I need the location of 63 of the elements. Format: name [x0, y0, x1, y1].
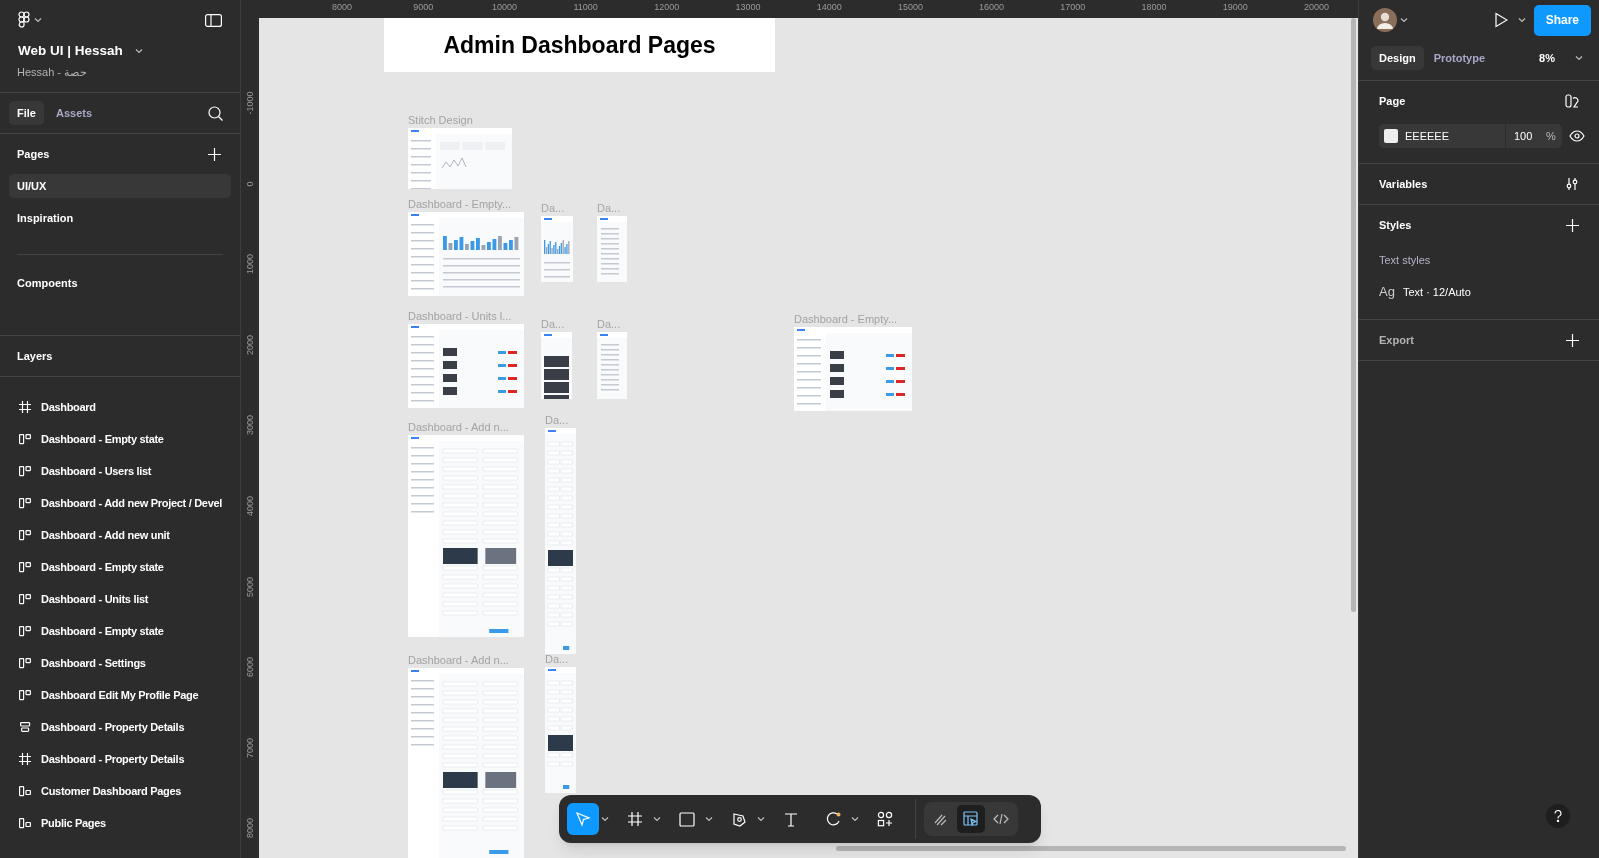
- ruler-label: 5000: [245, 576, 255, 597]
- text-style-name: Text · 12/Auto: [1402, 284, 1471, 300]
- section-title: Variables: [1379, 176, 1428, 192]
- panel-tab[interactable]: Assets: [47, 101, 101, 125]
- ruler-label: 15000: [897, 1, 923, 14]
- style-group-label: Text styles: [1378, 252, 1432, 268]
- panel-tab[interactable]: File: [9, 101, 44, 125]
- layer-item[interactable]: Public Pages: [41, 814, 106, 832]
- title-frame[interactable]: Admin Dashboard Pages: [384, 18, 775, 72]
- zoom-level[interactable]: 8%: [1539, 49, 1555, 67]
- ruler-label: 11000: [573, 1, 598, 14]
- section-title: Pages: [17, 146, 50, 162]
- layer-item[interactable]: Dashboard - Property Details: [41, 718, 185, 736]
- ruler-label: 8000: [332, 1, 352, 14]
- color-field[interactable]: EEEEEE 100 %: [1379, 124, 1562, 148]
- file-name[interactable]: Web UI | Hessah: [18, 40, 123, 62]
- page-item[interactable]: Compoents: [9, 271, 231, 295]
- ruler-label: 18000: [1141, 1, 1167, 14]
- layer-item[interactable]: Dashboard - Empty state: [41, 558, 164, 576]
- layer-item[interactable]: Dashboard - Property Details: [41, 750, 185, 768]
- ruler-label: 20000: [1303, 1, 1329, 14]
- layer-item[interactable]: Dashboard - Add new Project / Devel: [41, 494, 223, 512]
- ruler-label: 17000: [1060, 1, 1086, 14]
- color-hex[interactable]: EEEEEE: [1405, 127, 1505, 145]
- page-item[interactable]: Inspiration: [9, 206, 231, 230]
- ruler-label: 19000: [1222, 1, 1248, 14]
- ruler-label: 9000: [413, 1, 434, 14]
- ruler-label: 8000: [245, 818, 255, 839]
- text-style-item[interactable]: Ag Text · 12/Auto: [1359, 275, 1599, 309]
- ruler-label: 1000: [245, 254, 255, 275]
- panel-tab[interactable]: Prototype: [1425, 46, 1494, 70]
- ruler-label: 3000: [245, 415, 255, 436]
- layer-item[interactable]: Dashboard - Empty state: [41, 430, 164, 448]
- section-title: Styles: [1379, 217, 1412, 233]
- layer-item[interactable]: Dashboard Edit My Profile Page: [41, 686, 199, 704]
- opacity-value[interactable]: 100: [1514, 127, 1546, 145]
- layer-item[interactable]: Dashboard - Add new unit: [41, 526, 170, 544]
- canvas-title: Admin Dashboard Pages: [443, 30, 716, 60]
- layer-item[interactable]: Dashboard - Users list: [41, 462, 152, 480]
- layer-item[interactable]: Dashboard - Units list: [41, 590, 149, 608]
- layer-item[interactable]: Customer Dashboard Pages: [41, 782, 182, 800]
- ruler-label: -1000: [245, 91, 255, 115]
- section-title: Page: [1379, 93, 1406, 109]
- layer-item[interactable]: Dashboard: [41, 398, 96, 416]
- ruler-label: 13000: [735, 1, 761, 14]
- page-item[interactable]: UI/UX: [9, 174, 231, 198]
- percent-sign: %: [1546, 128, 1556, 144]
- ruler-label: 10000: [491, 1, 517, 14]
- ruler-label: 0: [245, 181, 255, 187]
- layer-item[interactable]: Dashboard - Empty state: [41, 622, 164, 640]
- ruler-label: 7000: [245, 737, 255, 758]
- panel-tab[interactable]: Design: [1371, 46, 1424, 70]
- section-title: Layers: [17, 348, 53, 364]
- ruler-label: 6000: [245, 657, 255, 678]
- ruler-label: 14000: [816, 1, 842, 14]
- ruler-label: 4000: [245, 496, 255, 516]
- layer-item[interactable]: Dashboard - Settings: [41, 654, 146, 672]
- ruler-label: 2000: [245, 334, 255, 355]
- text-style-preview: Ag: [1379, 283, 1395, 302]
- ruler-label: 16000: [979, 1, 1005, 14]
- section-title: Export: [1379, 332, 1414, 348]
- file-owner: Hessah - حصة: [16, 65, 89, 80]
- ruler-label: 12000: [654, 1, 680, 14]
